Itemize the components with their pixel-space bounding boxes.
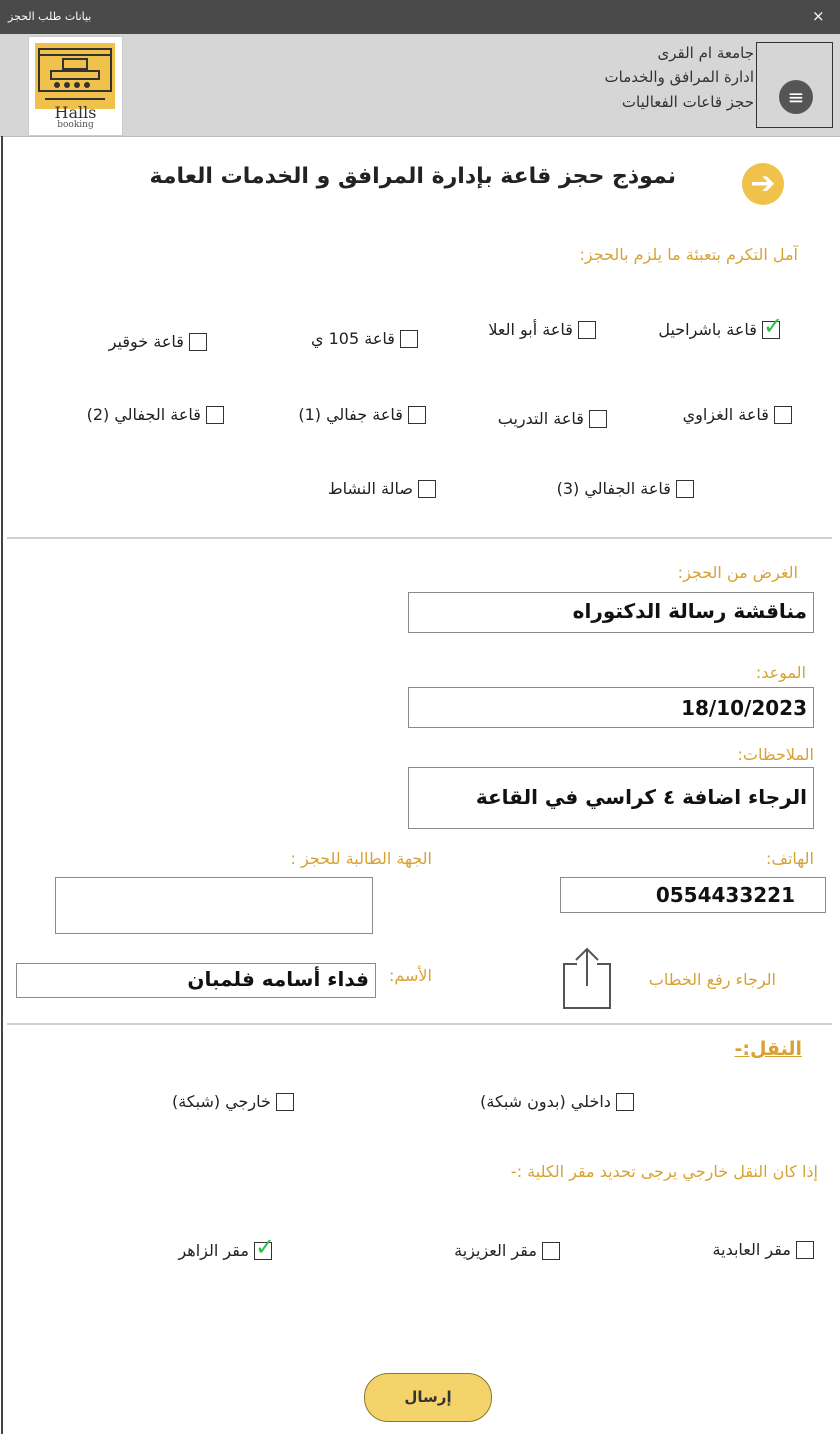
checkbox[interactable]: ✓ — [254, 1235, 275, 1260]
name-input[interactable]: فداء أسامه فلمبان — [16, 963, 376, 998]
close-icon[interactable]: × — [812, 7, 825, 25]
hall-label: قاعة الجفالي (3) — [556, 479, 671, 498]
transport-title: النقل:- — [734, 1038, 802, 1060]
hall-label: قاعة الغزاوي — [682, 405, 769, 424]
college-label: مقر الزاهر — [178, 1241, 249, 1260]
checkbox[interactable] — [774, 405, 792, 424]
hall-label: قاعة 105 ي — [311, 329, 395, 348]
halls-booking-logo: Halls booking — [28, 36, 123, 136]
college-label: مقر العابدية — [712, 1240, 791, 1259]
checkbox[interactable] — [796, 1240, 814, 1259]
university-name: جامعة ام القرى — [657, 44, 755, 62]
hall-checkbox-khoqeer[interactable]: قاعة خوقير — [109, 331, 207, 351]
checkbox[interactable] — [676, 479, 694, 498]
hall-checkbox-abualala[interactable]: قاعة أبو العلا — [488, 319, 596, 339]
checkmark-icon: ✓ — [255, 1232, 276, 1261]
college-label: مقر العزيزية — [454, 1241, 537, 1260]
hall-label: قاعة الجفالي (2) — [86, 405, 201, 424]
hall-label: صالة النشاط — [327, 479, 413, 498]
hall-checkbox-105[interactable]: قاعة 105 ي — [311, 328, 418, 348]
service-name: حجز قاعات الفعاليات — [621, 93, 754, 111]
checkbox[interactable] — [616, 1092, 634, 1111]
department-name: ادارة المرافق والخدمات — [604, 68, 754, 86]
hall-label: قاعة التدريب — [497, 409, 584, 428]
submit-button[interactable]: إرسال — [364, 1373, 492, 1422]
checkbox[interactable] — [589, 409, 607, 428]
logo-text-line1: Halls — [54, 103, 97, 122]
arrow-right-icon[interactable]: ➔ — [742, 163, 784, 205]
checkbox[interactable] — [206, 405, 224, 424]
hall-label: قاعة جفالي (1) — [298, 405, 403, 424]
checkbox[interactable] — [408, 405, 426, 424]
hall-checkbox-jafali-2[interactable]: قاعة الجفالي (2) — [87, 404, 224, 424]
upload-label: الرجاء رفع الخطاب — [648, 970, 776, 989]
upload-icon[interactable] — [562, 946, 612, 1010]
checkbox[interactable] — [276, 1092, 294, 1111]
notes-label: الملاحظات: — [737, 745, 814, 764]
menu-icon[interactable]: ≡ — [779, 80, 813, 114]
app-header: Halls booking جامعة ام القرى ادارة المرا… — [0, 34, 840, 137]
name-value: فداء أسامه فلمبان — [187, 967, 369, 991]
phone-value: 0554433221 — [655, 883, 795, 907]
name-label: الأسم: — [388, 966, 432, 985]
window-title: بيانات طلب الحجز — [8, 10, 92, 23]
notes-value: الرجاء اضافة ٤ كراسي في القاعة — [475, 785, 807, 809]
transport-option-label: داخلي (بدون شبكة) — [480, 1092, 611, 1111]
logo-text: Halls booking — [29, 105, 122, 130]
checkmark-icon: ✓ — [763, 311, 784, 340]
transport-internal-checkbox[interactable]: داخلي (بدون شبكة) — [480, 1091, 634, 1111]
notes-input[interactable]: الرجاء اضافة ٤ كراسي في القاعة — [408, 767, 814, 829]
checkbox[interactable] — [578, 320, 596, 339]
logo-graphic — [35, 43, 115, 109]
instruction-text: آمل التكرم بتعبئة ما يلزم بالحجز: — [579, 245, 798, 264]
checkbox[interactable] — [542, 1241, 560, 1260]
checkbox[interactable] — [400, 329, 418, 348]
hall-label: قاعة خوقير — [108, 332, 184, 351]
section-divider — [7, 1023, 832, 1025]
college-abdiyah-checkbox[interactable]: مقر العابدية — [713, 1239, 814, 1259]
phone-input[interactable]: 0554433221 — [560, 877, 826, 913]
hall-checkbox-jafali-1[interactable]: قاعة جفالي (1) — [298, 404, 426, 424]
hall-label: قاعة باشراحيل — [658, 320, 757, 339]
logo-text-line2: booking — [57, 120, 94, 130]
purpose-label: الغرض من الحجز: — [677, 563, 798, 582]
purpose-input[interactable]: مناقشة رسالة الدكتوراه — [408, 592, 814, 633]
college-question: إذا كان النقل خارجي يرجى تحديد مقر الكلي… — [510, 1162, 818, 1181]
hall-checkbox-ghazawi[interactable]: قاعة الغزاوي — [683, 404, 792, 424]
college-zaher-checkbox[interactable]: ✓ مقر الزاهر — [178, 1235, 275, 1261]
hall-checkbox-bashrahil[interactable]: ✓ قاعة باشراحيل — [658, 314, 783, 340]
requesting-party-label: الجهة الطالبة للحجز : — [290, 849, 432, 868]
phone-label: الهاتف: — [766, 849, 814, 868]
form-title: نموذج حجز قاعة بإدارة المرافق و الخدمات … — [149, 164, 677, 189]
hall-checkbox-training[interactable]: قاعة التدريب — [498, 408, 607, 428]
date-input[interactable]: 18/10/2023 — [408, 687, 814, 728]
checkbox[interactable] — [189, 332, 207, 351]
transport-external-checkbox[interactable]: خارجي (شبكة) — [172, 1091, 294, 1111]
date-label: الموعد: — [755, 663, 806, 682]
window-title-bar: بيانات طلب الحجز × — [0, 0, 840, 34]
section-divider — [7, 537, 832, 539]
hall-label: قاعة أبو العلا — [488, 320, 573, 339]
checkbox[interactable]: ✓ — [762, 314, 783, 339]
transport-option-label: خارجي (شبكة) — [171, 1092, 271, 1111]
requesting-party-input[interactable] — [55, 877, 373, 934]
checkbox[interactable] — [418, 479, 436, 498]
date-value: 18/10/2023 — [681, 696, 807, 720]
hall-checkbox-jafali-3[interactable]: قاعة الجفالي (3) — [557, 478, 694, 498]
college-aziziyah-checkbox[interactable]: مقر العزيزية — [454, 1240, 560, 1260]
purpose-value: مناقشة رسالة الدكتوراه — [572, 599, 807, 623]
hall-checkbox-activity[interactable]: صالة النشاط — [328, 478, 436, 498]
